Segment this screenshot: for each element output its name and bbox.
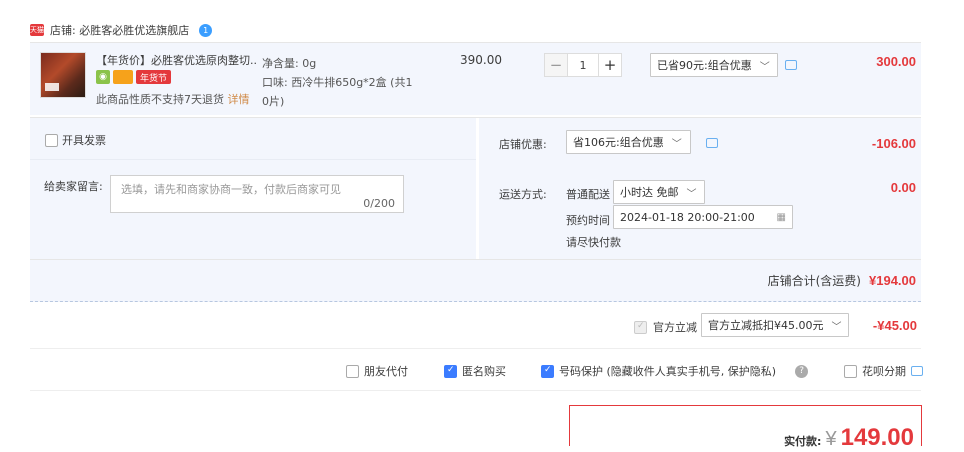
final-currency: ¥ bbox=[825, 428, 837, 450]
final-amount: 149.00 bbox=[840, 424, 914, 451]
anonymous-label: 匿名购买 bbox=[462, 365, 506, 378]
order-options-section: 开具发票 给卖家留言: 选填，请先和商家协商一致，付款后商家可见 0/200 店… bbox=[30, 117, 921, 259]
chevron-down-icon: ﹀ bbox=[686, 188, 697, 200]
official-discount-select[interactable]: 官方立减抵扣¥45.00元 ﹀ bbox=[701, 313, 849, 337]
official-discount-label: 官方立减 bbox=[653, 321, 697, 334]
decrement-button[interactable]: − bbox=[544, 53, 568, 77]
festival-badge: 年货节 bbox=[136, 70, 172, 84]
friend-pay-option[interactable]: 朋友代付 bbox=[346, 363, 408, 379]
message-counter: 0/200 bbox=[363, 197, 395, 210]
official-discount-value: 官方立减抵扣¥45.00元 bbox=[708, 319, 824, 332]
card-icon bbox=[113, 70, 133, 84]
privacy-label: 号码保护 (隐藏收件人真实手机号, 保护隐私) bbox=[559, 365, 777, 378]
official-discount-amount: -¥45.00 bbox=[872, 318, 917, 333]
product-title[interactable]: 【年货价】必胜客优选原肉整切... bbox=[96, 52, 256, 68]
store-discount-select[interactable]: 省106元:组合优惠 ﹀ bbox=[566, 130, 691, 154]
tmall-logo-icon: 天猫 bbox=[30, 24, 44, 36]
store-total-label: 店铺合计(含运费) bbox=[767, 274, 861, 288]
store-total-bar: 店铺合计(含运费) ¥194.00 bbox=[30, 259, 921, 302]
quantity-stepper: − 1 + bbox=[544, 53, 622, 77]
calendar-icon: ▦ bbox=[776, 211, 786, 223]
reserve-time-label: 预约时间 bbox=[566, 214, 610, 227]
anonymous-option[interactable]: 匿名购买 bbox=[444, 363, 506, 379]
final-payment-box: 实付款: ¥ 149.00 bbox=[569, 405, 922, 451]
item-discount-value: 已省90元:组合优惠 bbox=[657, 59, 752, 72]
item-discount-select[interactable]: 已省90元:组合优惠 ﹀ bbox=[650, 53, 778, 77]
official-discount-checkbox bbox=[634, 320, 647, 334]
anonymous-checkbox[interactable] bbox=[444, 364, 457, 378]
reserve-time-value: 2024-01-18 20:00-21:00 bbox=[620, 210, 755, 224]
huabei-checkbox[interactable] bbox=[844, 364, 857, 378]
comment-icon[interactable] bbox=[706, 138, 718, 148]
delivery-select[interactable]: 小时达 免邮 ﹀ bbox=[613, 180, 705, 204]
no-return-note: 此商品性质不支持7天退货 详情 bbox=[96, 91, 250, 107]
delivery-type: 普通配送 bbox=[566, 188, 610, 201]
chevron-down-icon: ﹀ bbox=[831, 321, 842, 333]
privacy-option[interactable]: 号码保护 (隐藏收件人真实手机号, 保护隐私) ? bbox=[541, 363, 809, 379]
service-icon: ◉ bbox=[96, 70, 110, 84]
right-panel: 店铺优惠: 省106元:组合优惠 ﹀ -106.00 运送方式: 普通配送 小时… bbox=[479, 118, 921, 259]
store-total-amount: ¥194.00 bbox=[869, 273, 916, 288]
message-label: 给卖家留言: bbox=[44, 180, 103, 193]
store-name[interactable]: 店铺: 必胜客必胜优选旗舰店 bbox=[50, 22, 189, 38]
friend-pay-label: 朋友代付 bbox=[364, 365, 408, 378]
comment-icon[interactable] bbox=[785, 60, 797, 70]
product-badges: ◉ 年货节 bbox=[96, 70, 172, 84]
left-panel: 开具发票 给卖家留言: 选填，请先和商家协商一致，付款后商家可见 0/200 bbox=[30, 118, 476, 259]
delivery-amount: 0.00 bbox=[890, 180, 916, 195]
divider bbox=[30, 159, 476, 160]
invoice-checkbox[interactable] bbox=[45, 133, 58, 147]
huabei-option[interactable]: 花呗分期 bbox=[844, 363, 923, 379]
quantity-input[interactable]: 1 bbox=[568, 53, 598, 77]
unit-price: 390.00 bbox=[460, 53, 502, 67]
delivery-label: 运送方式: bbox=[499, 188, 547, 201]
item-subtotal: 300.00 bbox=[876, 54, 916, 69]
delivery-value: 小时达 免邮 bbox=[620, 186, 679, 199]
wangwang-chat-icon[interactable]: 1 bbox=[199, 23, 213, 37]
product-spec: 净含量: 0g 口味: 西冷牛排650g*2盒 (共1 0片) bbox=[262, 54, 427, 111]
store-discount-amount: -106.00 bbox=[871, 136, 916, 151]
privacy-checkbox[interactable] bbox=[541, 364, 554, 378]
spec-flavor-cont: 0片) bbox=[262, 95, 285, 108]
spec-flavor: 口味: 西冷牛排650g*2盒 (共1 bbox=[262, 76, 413, 89]
chevron-down-icon: ﹀ bbox=[759, 61, 770, 73]
message-textarea[interactable]: 选填，请先和商家协商一致，付款后商家可见 0/200 bbox=[110, 175, 404, 213]
final-payment: 实付款: ¥ 149.00 bbox=[784, 424, 914, 452]
message-placeholder: 选填，请先和商家协商一致，付款后商家可见 bbox=[121, 183, 341, 196]
final-label: 实付款: bbox=[784, 435, 822, 448]
detail-link[interactable]: 详情 bbox=[228, 93, 250, 106]
reserve-time-picker[interactable]: 2024-01-18 20:00-21:00 ▦ bbox=[613, 205, 793, 229]
no-return-text: 此商品性质不支持7天退货 bbox=[96, 93, 224, 106]
product-thumbnail[interactable] bbox=[40, 52, 86, 98]
store-discount-label: 店铺优惠: bbox=[499, 138, 547, 151]
comment-icon[interactable] bbox=[911, 366, 923, 376]
official-discount-option: 官方立减 bbox=[634, 319, 697, 335]
invoice-label: 开具发票 bbox=[62, 134, 106, 147]
invoice-option[interactable]: 开具发票 bbox=[45, 132, 106, 148]
divider bbox=[30, 390, 921, 391]
spec-weight: 净含量: 0g bbox=[262, 57, 317, 70]
pay-soon-note: 请尽快付款 bbox=[566, 236, 621, 249]
huabei-label: 花呗分期 bbox=[862, 365, 906, 378]
help-icon[interactable]: ? bbox=[795, 364, 809, 378]
friend-pay-checkbox[interactable] bbox=[346, 364, 359, 378]
store-header: 天猫 店铺: 必胜客必胜优选旗舰店 1 bbox=[30, 22, 213, 38]
divider bbox=[30, 348, 921, 349]
store-total: 店铺合计(含运费) ¥194.00 bbox=[768, 272, 916, 289]
store-discount-value: 省106元:组合优惠 bbox=[573, 136, 664, 149]
increment-button[interactable]: + bbox=[598, 53, 622, 77]
item-row: 【年货价】必胜客优选原肉整切... ◉ 年货节 此商品性质不支持7天退货 详情 … bbox=[30, 42, 921, 115]
chevron-down-icon: ﹀ bbox=[671, 138, 682, 150]
